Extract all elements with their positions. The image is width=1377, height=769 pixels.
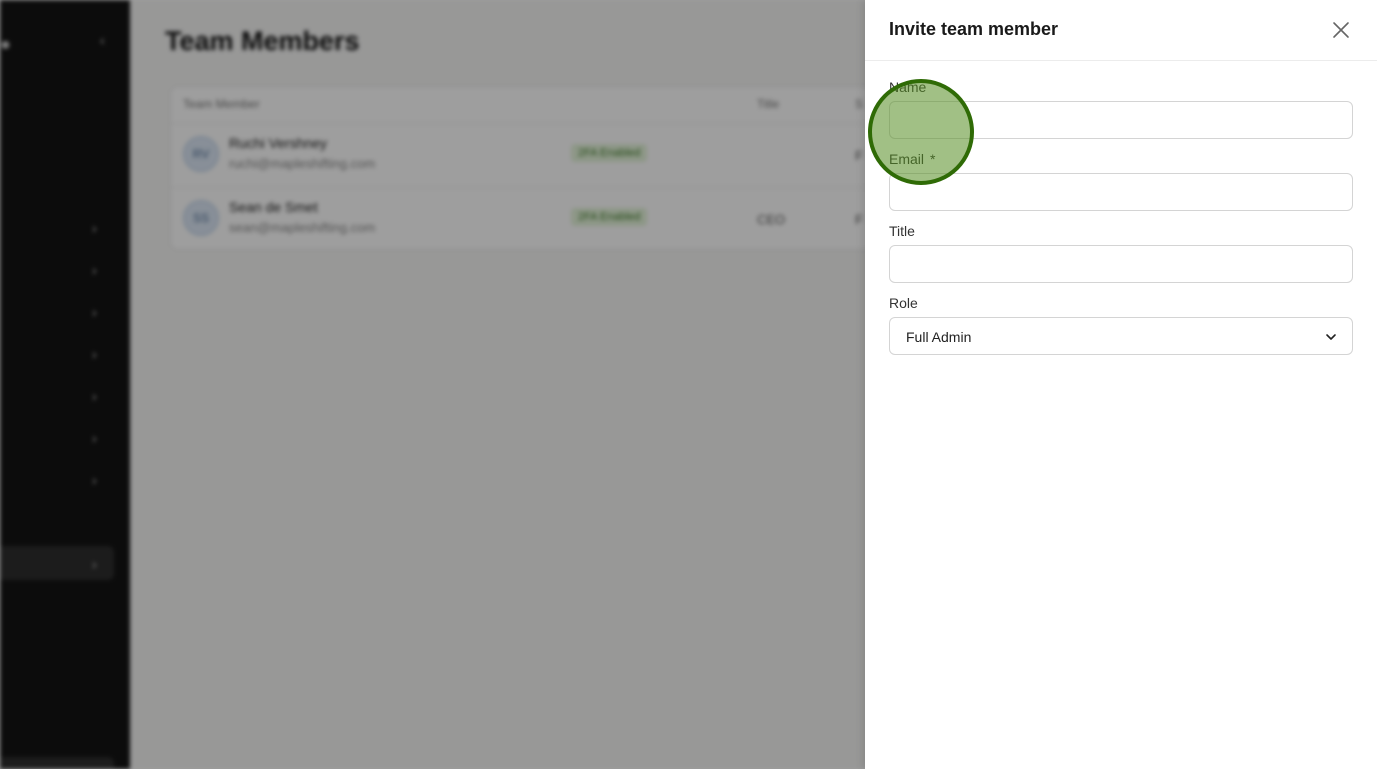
role-label: Role [889, 295, 918, 311]
role-select[interactable]: Full Admin [889, 317, 1353, 355]
email-input[interactable] [889, 173, 1353, 211]
drawer-title: Invite team member [889, 19, 1059, 39]
close-icon [1333, 22, 1349, 38]
required-mark: * [930, 151, 936, 167]
invite-drawer: Invite team member Name Email * Title Rol… [865, 0, 1377, 769]
name-input[interactable] [889, 101, 1353, 139]
title-input[interactable] [889, 245, 1353, 283]
role-select-value: Full Admin [906, 329, 972, 345]
title-label: Title [889, 223, 915, 239]
email-label: Email * [889, 151, 935, 167]
email-label-text: Email [889, 151, 925, 167]
name-label: Name [889, 79, 927, 95]
close-button[interactable] [1329, 18, 1353, 42]
drawer-header: Invite team member [865, 0, 1377, 61]
modal-backdrop[interactable] [0, 0, 865, 769]
chevron-down-icon [1326, 334, 1336, 340]
